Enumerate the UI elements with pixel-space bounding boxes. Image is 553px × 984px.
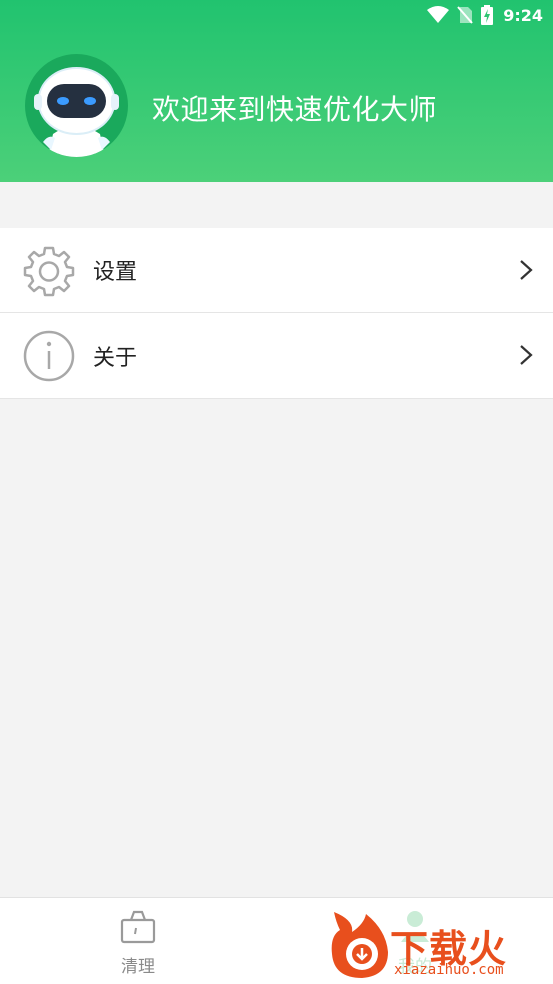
watermark: 下载火 xiazaihuo.com (326, 908, 550, 984)
status-icons: 9:24 (427, 4, 543, 26)
menu-item-about[interactable]: 关于 (0, 313, 553, 399)
no-sim-icon (457, 6, 473, 24)
avatar[interactable] (25, 54, 128, 157)
flame-logo-icon (331, 912, 388, 978)
gear-icon (23, 246, 75, 297)
tab-clean-label: 清理 (121, 957, 155, 977)
robot-icon (34, 67, 119, 157)
chevron-right-icon (520, 345, 533, 365)
watermark-url: xiazaihuo.com (394, 962, 504, 978)
settings-label: 设置 (93, 260, 138, 285)
status-time: 9:24 (503, 5, 543, 25)
broom-icon (120, 910, 156, 944)
header: 9:24 欢迎来到快速优化大师 (0, 0, 553, 182)
battery-charging-icon (481, 5, 494, 25)
info-icon (23, 330, 75, 382)
menu-list: 设置 关于 (0, 228, 553, 399)
wifi-icon (427, 6, 450, 23)
chevron-right-icon (520, 260, 533, 280)
status-bar: 9:24 (0, 0, 553, 30)
tab-clean[interactable]: 清理 (68, 898, 208, 984)
about-label: 关于 (93, 345, 138, 371)
menu-item-settings[interactable]: 设置 (0, 228, 553, 313)
welcome-title: 欢迎来到快速优化大师 (152, 93, 438, 126)
